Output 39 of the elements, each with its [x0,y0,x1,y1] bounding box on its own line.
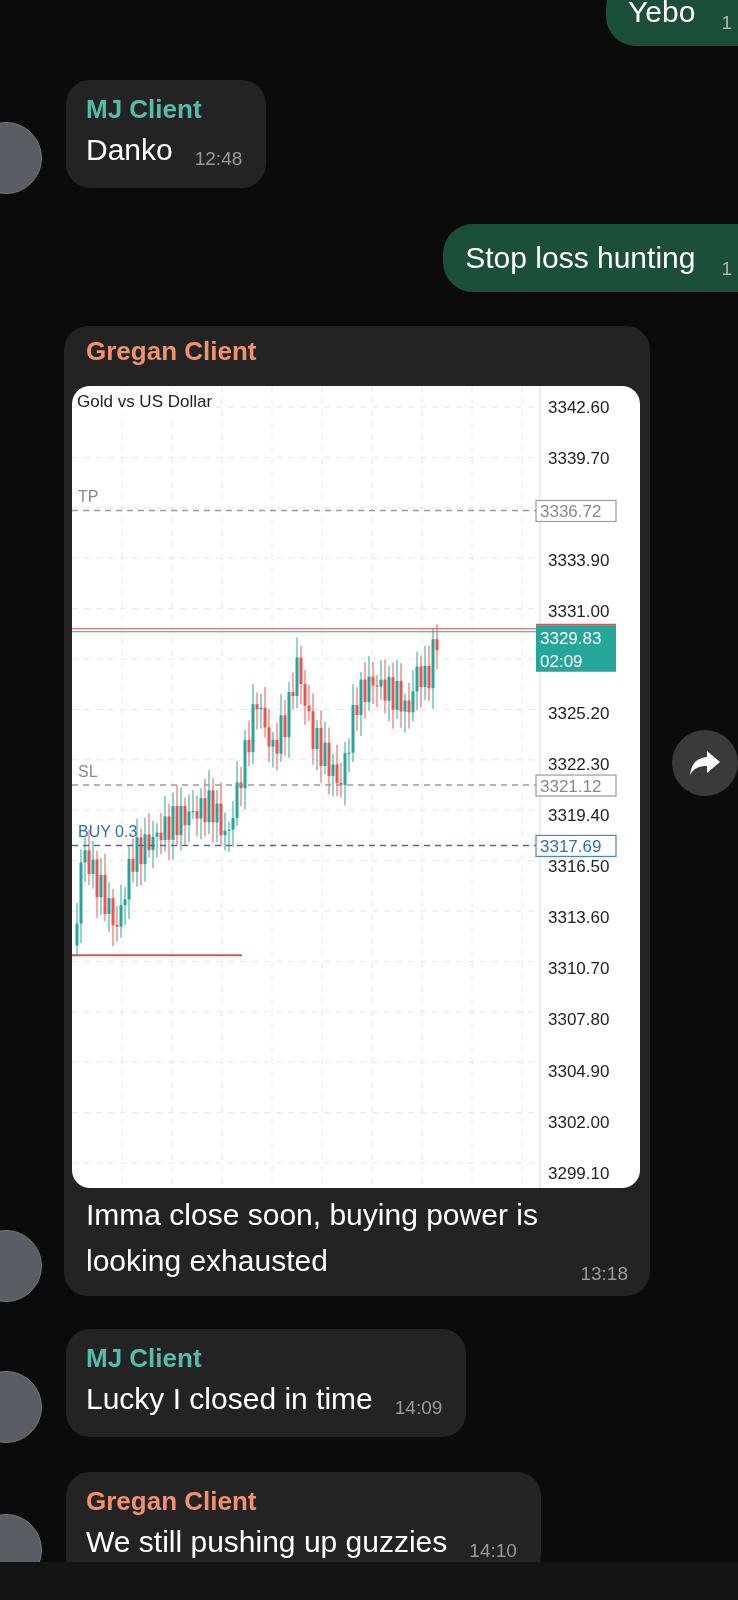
price-tick-label: 3322.30 [548,755,610,775]
price-tag: 3317.69 [535,834,617,857]
sender-name: MJ Client [86,93,203,126]
sender-name: MJ Client [86,1342,203,1375]
message-time: 14:09 [394,1396,443,1420]
level-label: TP [78,488,99,506]
price-tick-label: 3316.50 [548,857,610,877]
price-tick-label: 3302.00 [548,1112,610,1132]
price-tick-label: 3313.60 [548,908,610,928]
price-tick-label: 3307.80 [548,1010,610,1030]
price-tick-label: 3310.70 [548,959,610,979]
price-tick-label: 3331.00 [548,602,610,622]
price-tick-label: 3333.90 [548,551,610,571]
chart-title: Gold vs US Dollar [77,389,213,415]
message-time: 13:18 [580,1261,628,1286]
message-time: 12:48 [194,147,243,171]
message-text: Imma close soon, buying power is looking exhausted [86,1197,539,1279]
price-tag: 3321.12 [535,774,617,797]
price-tick-label: 3299.10 [548,1163,610,1183]
message-time: 1 [721,258,732,280]
message-text: Lucky I closed in time [86,1381,373,1417]
sender-name: Gregan Client [86,335,258,368]
price-tick-label: 3325.20 [548,704,610,724]
message-time: 1 [721,12,732,34]
message-text: Stop loss hunting [465,240,696,276]
current-price-tag: 3329.83 02:09 [536,623,616,672]
message-text: Yebo [628,0,696,30]
level-label: SL [78,763,98,781]
price-tag: 3336.72 [535,499,617,523]
price-tick-label: 3319.40 [548,806,610,826]
price-tick-label: 3304.90 [548,1061,610,1081]
message-text: We still pushing up guzzies [86,1524,448,1560]
forward-icon [689,749,721,777]
price-tick-label: 3339.70 [548,449,610,469]
message-time: 14:10 [469,1539,517,1563]
sender-name: Gregan Client [86,1485,258,1518]
level-label: BUY 0.3 [78,823,138,841]
message-text: Danko [86,132,173,168]
price-tick-label: 3342.60 [548,398,610,417]
